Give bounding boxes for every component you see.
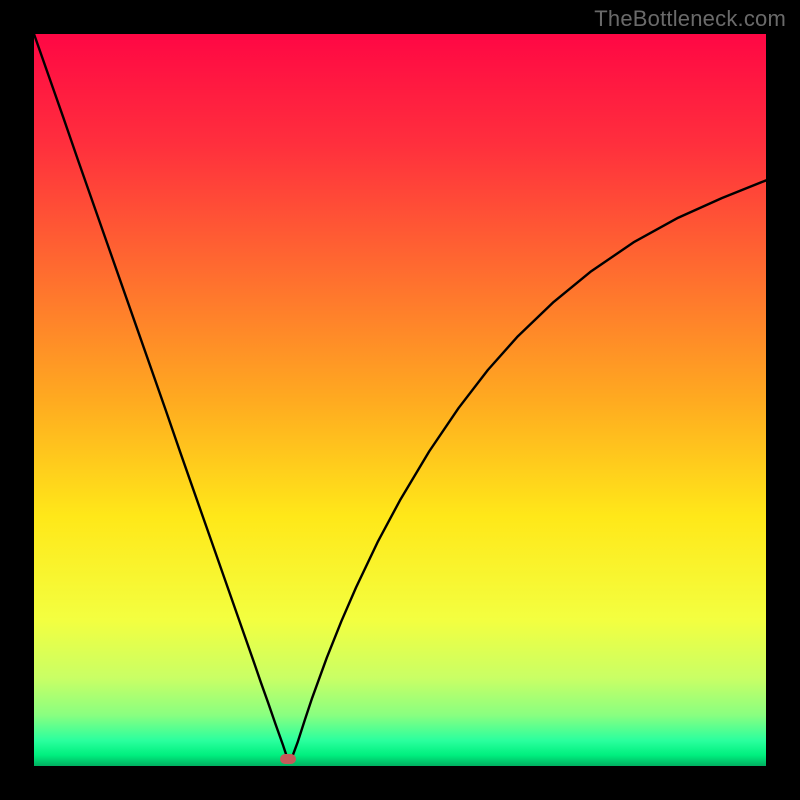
optimal-point-marker <box>280 754 296 764</box>
bottleneck-curve <box>34 34 766 766</box>
watermark-text: TheBottleneck.com <box>594 6 786 32</box>
plot-area <box>34 34 766 766</box>
chart-frame: TheBottleneck.com <box>0 0 800 800</box>
